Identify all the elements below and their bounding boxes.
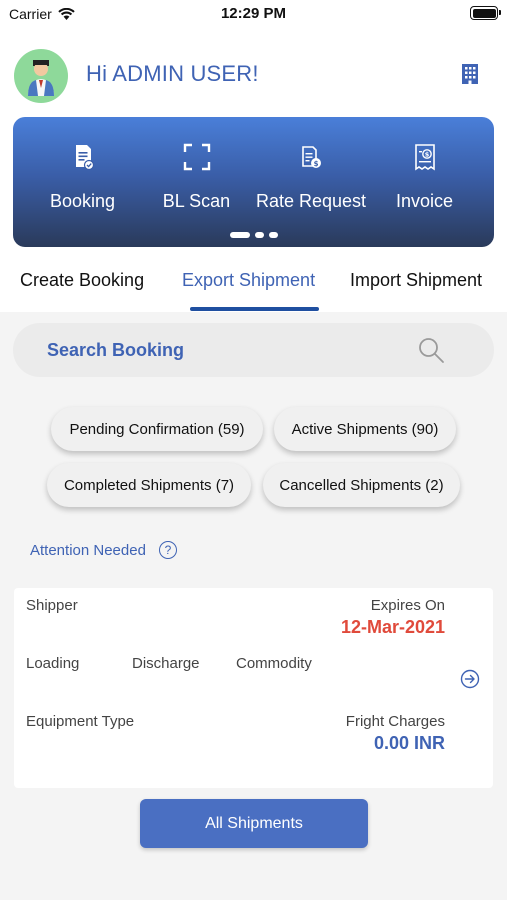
quick-actions-banner: Booking BL Scan $ Rate Request $ Invoice (13, 117, 494, 247)
building-icon[interactable] (461, 63, 479, 85)
invoice-icon: $ (414, 144, 435, 171)
filter-cancelled-shipments[interactable]: Cancelled Shipments (2) (263, 463, 460, 507)
discharge-label: Discharge (132, 655, 200, 672)
commodity-label: Commodity (236, 655, 312, 672)
filter-completed-shipments[interactable]: Completed Shipments (7) (47, 463, 251, 507)
status-bar: Carrier 12:29 PM (0, 0, 507, 28)
quick-action-invoice[interactable]: $ Invoice (367, 117, 482, 227)
greeting-title: Hi ADMIN USER! (86, 61, 259, 86)
search-bar[interactable]: Search Booking (13, 323, 494, 377)
clock: 12:29 PM (220, 5, 287, 22)
quick-action-label: Booking (49, 191, 116, 211)
booking-document-icon (75, 145, 94, 171)
equipment-type-label: Equipment Type (26, 713, 135, 730)
shipment-tabs: Create Booking Export Shipment Import Sh… (0, 262, 507, 312)
avatar[interactable] (14, 49, 68, 103)
tab-import-shipment[interactable]: Import Shipment (350, 270, 482, 291)
tab-export-shipment[interactable]: Export Shipment (182, 270, 315, 291)
help-icon[interactable]: ? (158, 541, 177, 559)
active-tab-indicator (190, 307, 319, 311)
quick-action-bl-scan[interactable]: BL Scan (139, 117, 254, 227)
user-avatar-icon (28, 60, 54, 96)
filter-active-shipments[interactable]: Active Shipments (90) (274, 407, 456, 451)
shipment-card[interactable]: Shipper Expires On 12-Mar-2021 Loading D… (14, 588, 493, 788)
svg-text:$: $ (424, 151, 429, 159)
loading-label: Loading (26, 655, 80, 672)
quick-action-label: BL Scan (162, 191, 231, 211)
svg-text:$: $ (314, 160, 319, 168)
page-dot (254, 232, 264, 238)
page-dot (268, 232, 278, 238)
quick-action-label: Rate Request (255, 191, 367, 211)
expiry-date: 12-Mar-2021 (340, 617, 445, 637)
attention-needed[interactable]: Attention Needed ? (30, 541, 177, 559)
arrow-right-circle-icon[interactable] (460, 669, 480, 689)
rate-request-icon: $ (302, 146, 321, 168)
fright-charges-label: Fright Charges (345, 713, 445, 730)
page-indicator[interactable] (13, 232, 494, 238)
attention-label: Attention Needed (30, 541, 146, 559)
battery-icon (470, 6, 501, 20)
scan-frame-icon (183, 143, 210, 171)
page-dot-active (229, 232, 250, 238)
export-shipment-panel: Search Booking Pending Confirmation (59)… (0, 312, 507, 900)
expires-label: Expires On (370, 597, 445, 614)
tab-create-booking[interactable]: Create Booking (20, 270, 144, 291)
filter-pending-confirmation[interactable]: Pending Confirmation (59) (51, 407, 263, 451)
quick-action-booking[interactable]: Booking (25, 117, 140, 227)
quick-action-label: Invoice (395, 191, 454, 211)
search-icon[interactable] (417, 336, 445, 364)
all-shipments-button[interactable]: All Shipments (140, 799, 368, 848)
shipper-label: Shipper (26, 597, 78, 614)
quick-action-rate-request[interactable]: $ Rate Request (253, 117, 369, 227)
fright-charges-value: 0.00 INR (373, 733, 445, 753)
search-input[interactable]: Search Booking (47, 340, 184, 361)
